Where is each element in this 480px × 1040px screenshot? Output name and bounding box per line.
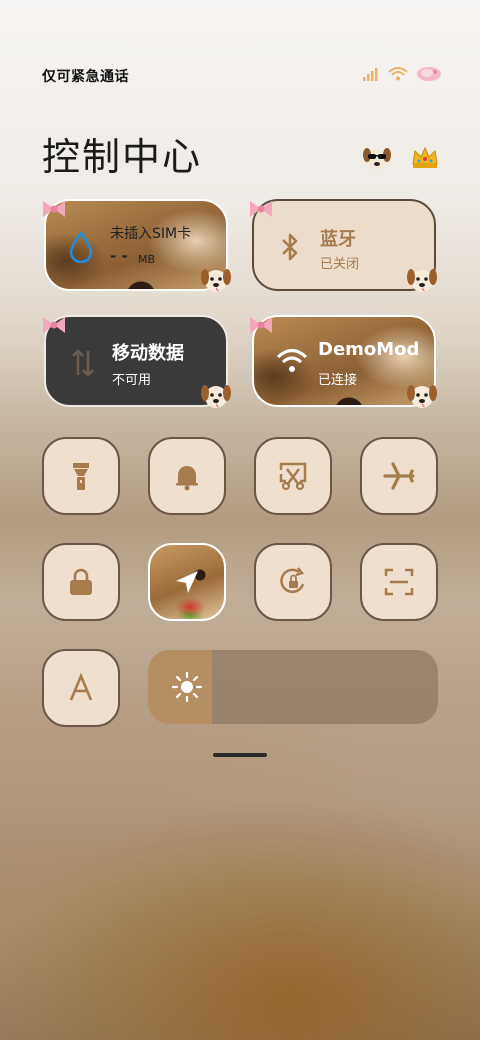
location-icon — [176, 571, 198, 593]
wifi-status: 已连接 — [318, 373, 358, 388]
brightness-slider[interactable] — [148, 650, 438, 724]
font-size-button[interactable] — [42, 649, 120, 727]
data-tile-value: - - — [110, 247, 128, 265]
data-tile-unit: MB — [138, 253, 156, 266]
mobile-data-status: 不可用 — [112, 373, 152, 388]
bow-icon — [43, 317, 65, 333]
bow-icon — [250, 201, 272, 217]
rotation-lock-icon — [280, 567, 305, 594]
bow-icon — [250, 317, 272, 333]
dog-sunglasses-icon[interactable] — [362, 142, 392, 172]
wifi-tile-icon — [276, 349, 308, 372]
bluetooth-tile-status: 已关闭 — [320, 257, 360, 272]
font-icon — [69, 672, 93, 701]
bell-icon — [176, 466, 198, 491]
data-arrows-icon — [72, 349, 94, 377]
lock-icon — [70, 568, 92, 595]
screenshot-icon — [279, 462, 307, 491]
rotation-lock-button[interactable] — [254, 543, 332, 621]
scan-button[interactable] — [360, 543, 438, 621]
crown-icon[interactable] — [410, 142, 440, 172]
screenshot-button[interactable] — [254, 437, 332, 515]
wifi-icon — [388, 67, 408, 81]
flashlight-button[interactable] — [42, 437, 120, 515]
status-carrier: 仅可紧急通话 — [42, 69, 129, 85]
status-icons — [362, 66, 442, 82]
dog-face-icon — [201, 385, 231, 408]
dog-face-icon — [201, 269, 231, 292]
home-indicator[interactable] — [213, 753, 267, 757]
airplane-mode-button[interactable] — [360, 437, 438, 515]
flashlight-icon — [73, 463, 89, 490]
location-button[interactable] — [148, 543, 226, 621]
page-title: 控制中心 — [42, 135, 203, 179]
data-tile-title: 未插入SIM卡 — [110, 226, 192, 242]
mobile-data-title: 移动数据 — [112, 343, 184, 364]
water-drop-icon — [69, 231, 93, 263]
bluetooth-tile-title: 蓝牙 — [320, 229, 356, 250]
mute-button[interactable] — [148, 437, 226, 515]
dog-face-icon — [407, 269, 437, 292]
dog-face-icon — [407, 385, 437, 408]
bluetooth-icon — [282, 233, 298, 261]
wifi-network-name: DemoMod — [318, 339, 420, 360]
bow-icon — [43, 201, 65, 217]
battery-icon — [417, 67, 441, 81]
signal-icon — [363, 68, 378, 81]
screen-lock-button[interactable] — [42, 543, 120, 621]
scan-icon — [384, 568, 414, 596]
airplane-icon — [383, 462, 415, 490]
sun-icon — [172, 672, 202, 702]
